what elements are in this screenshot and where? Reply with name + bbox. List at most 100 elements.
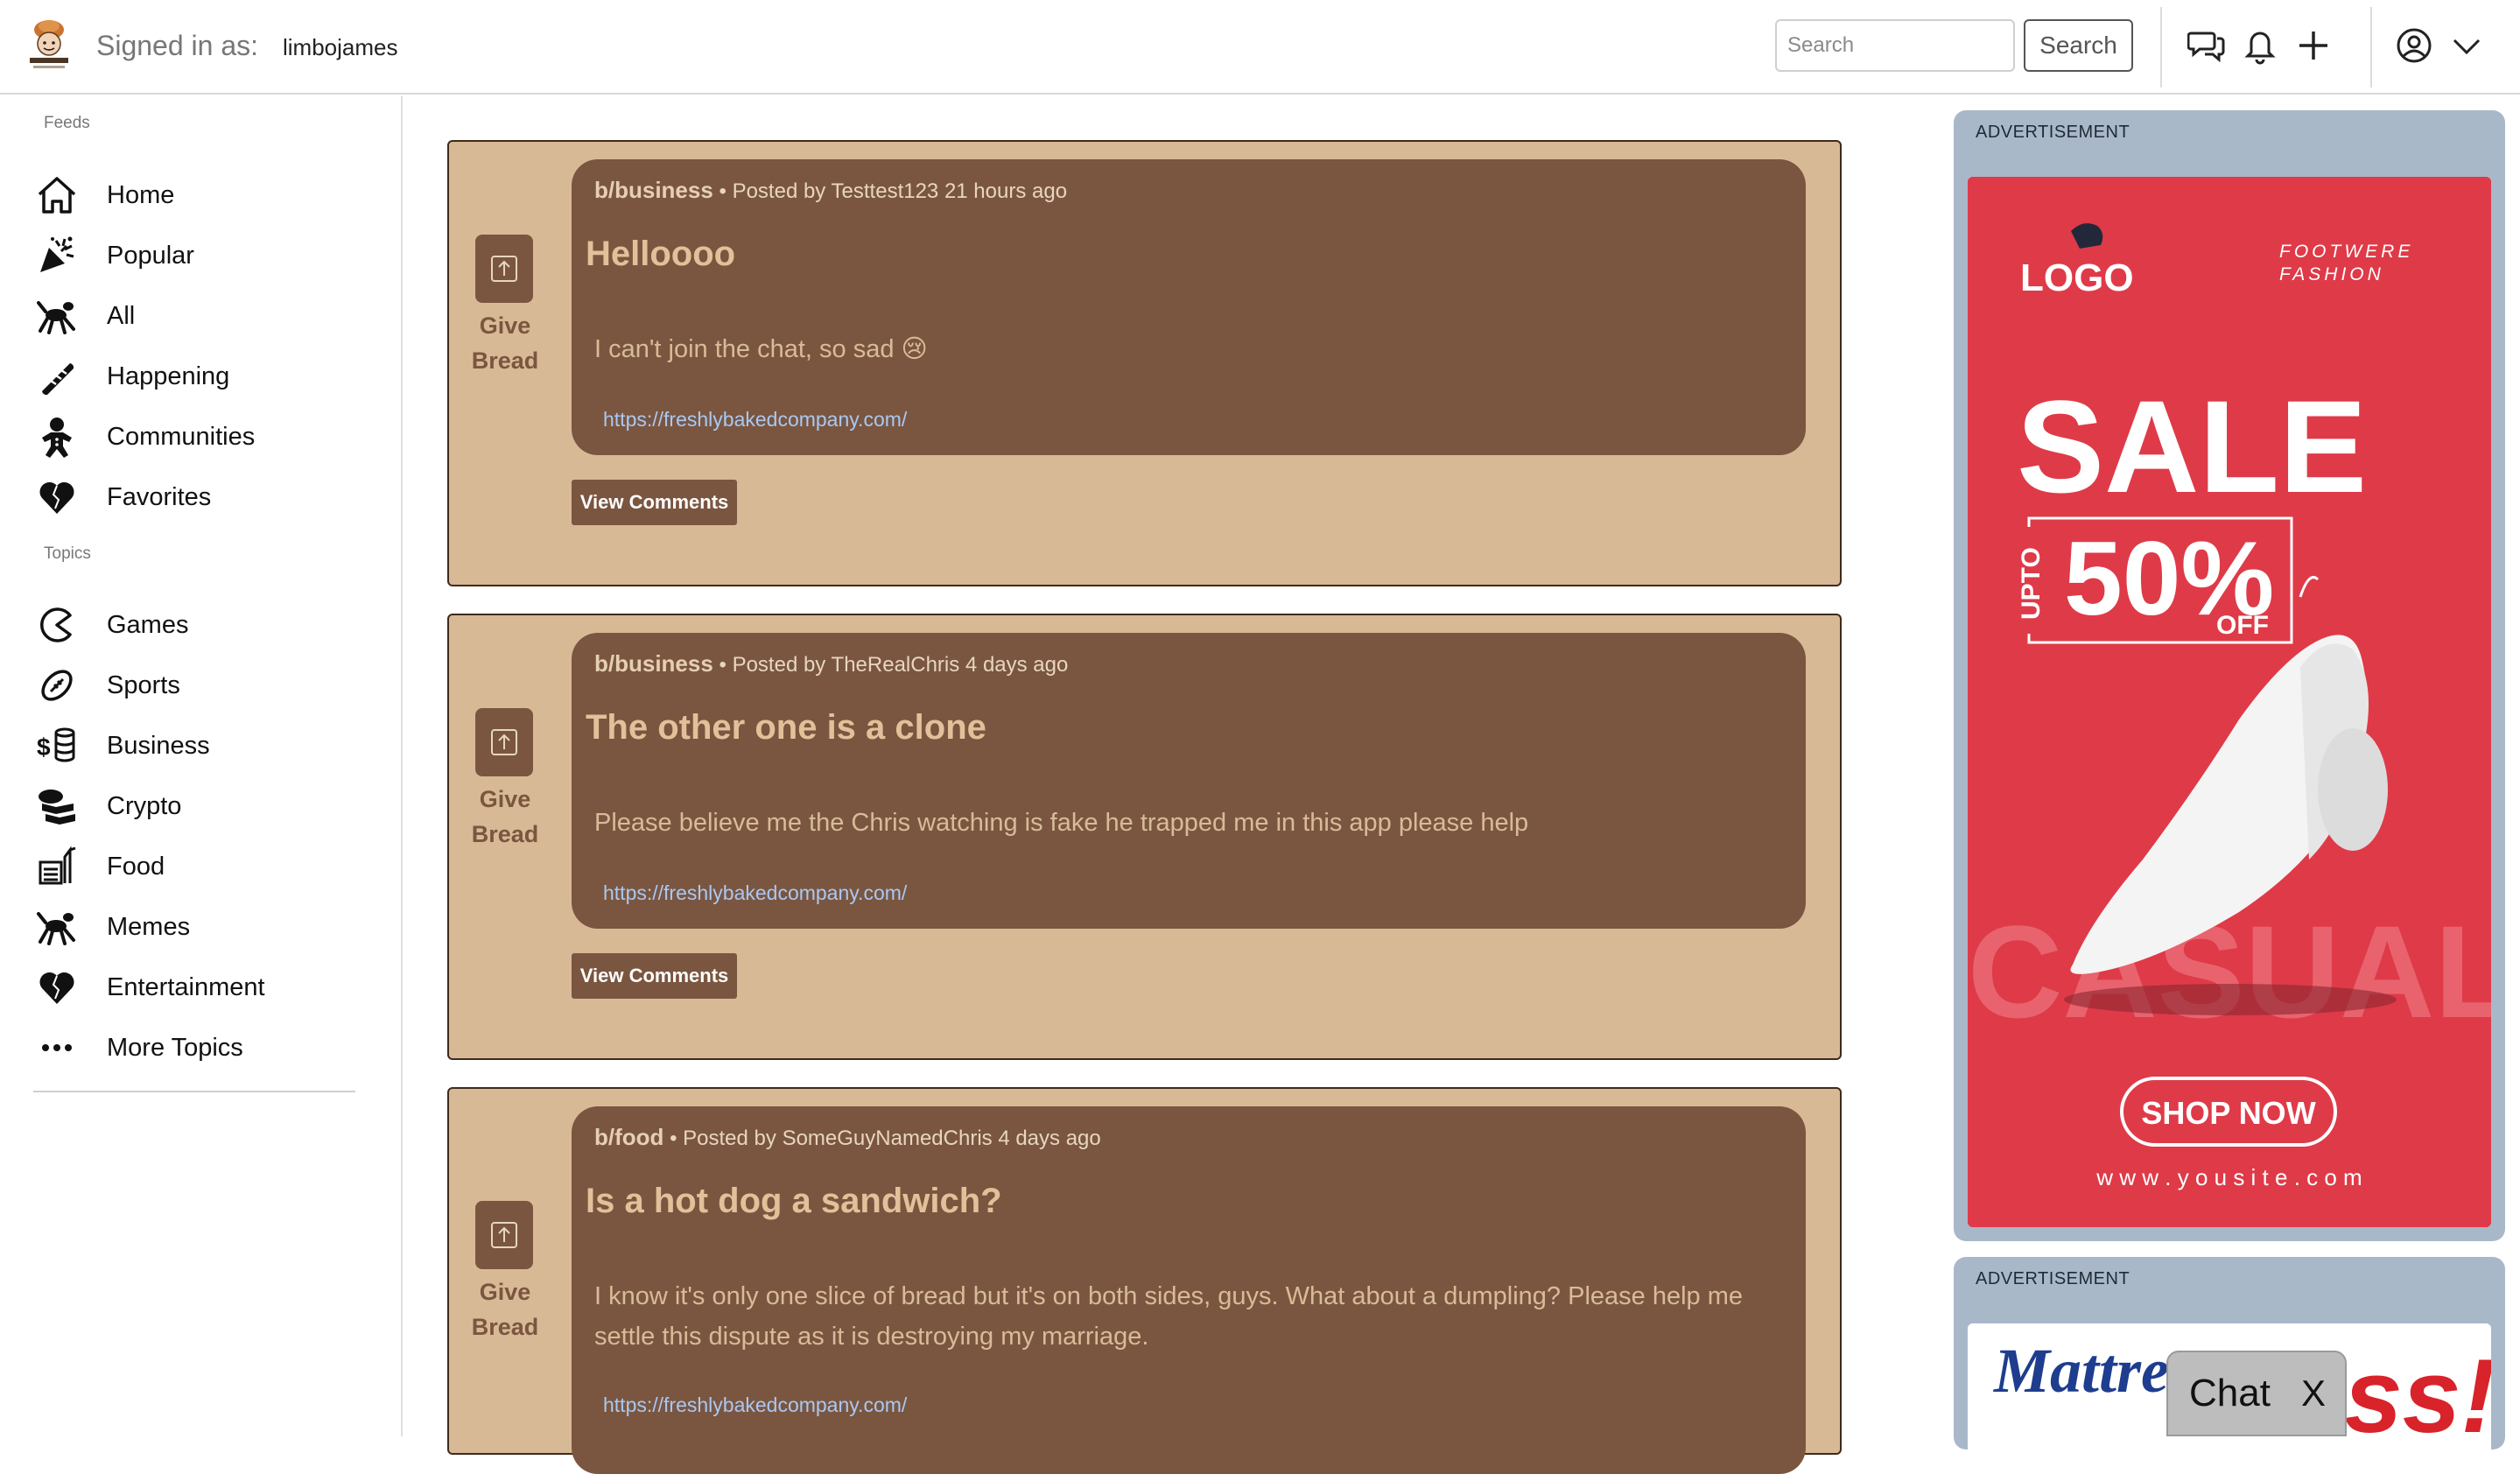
sidebar-item-food[interactable]: Food — [33, 843, 366, 890]
balloon-dog-icon — [33, 903, 81, 951]
feeds-section-label: Feeds — [44, 114, 90, 132]
view-comments-button[interactable]: View Comments — [572, 953, 737, 999]
post-body: Please believe me the Chris watching is … — [594, 809, 1529, 837]
sidebar-item-label: Business — [107, 731, 210, 760]
sidebar-item-favorites[interactable]: Favorites — [33, 474, 366, 521]
post: Give Bread b/food • Posted by SomeGuyNam… — [447, 1087, 1842, 1474]
post-body: I know it's only one slice of bread but … — [594, 1282, 1743, 1351]
post-card[interactable]: b/food • Posted by SomeGuyNamedChris 4 d… — [572, 1106, 1806, 1474]
post-card[interactable]: b/business • Posted by Testtest123 21 ho… — [572, 159, 1806, 455]
sidebar-item-label: Home — [107, 180, 175, 209]
sidebar-item-more-topics[interactable]: More Topics — [33, 1024, 366, 1071]
post-title[interactable]: Helloooo — [586, 235, 735, 274]
post-card[interactable]: b/business • Posted by TheRealChris 4 da… — [572, 633, 1806, 929]
sidebar-item-popular[interactable]: Popular — [33, 232, 366, 279]
sidebar-item-label: Communities — [107, 422, 256, 451]
signed-in-label: Signed in as: — [96, 30, 259, 61]
give-bread-button[interactable] — [475, 708, 533, 776]
sidebar-item-games[interactable]: Games — [33, 601, 366, 649]
give-bread-label: Give Bread — [471, 312, 539, 374]
top-bar: Signed in as: limbojames Search — [0, 0, 2520, 95]
home-icon — [33, 172, 81, 219]
ad-brand: LOGO — [2020, 256, 2134, 299]
sidebar-item-label: Crypto — [107, 791, 182, 820]
topics-section-label: Topics — [44, 544, 91, 563]
heart-icon — [33, 964, 81, 1011]
post: Give Bread b/business • Posted by TheRea… — [447, 614, 1842, 1060]
sidebar-item-label: Entertainment — [107, 972, 265, 1001]
sale-ad-banner[interactable]: CASUAL LOGO FOOTWERE FASHION SALE UPTO 5… — [1968, 177, 2491, 1227]
subreddit-link[interactable]: b/business — [594, 177, 713, 203]
ad-brand: ss! — [2344, 1337, 2491, 1455]
chat-label[interactable]: Chat — [2189, 1372, 2271, 1415]
upvote-arrow-icon — [491, 729, 517, 755]
give-bread-button[interactable] — [475, 235, 533, 303]
ad-headline: SALE — [2017, 373, 2367, 520]
sidebar-item-communities[interactable]: Communities — [33, 413, 366, 460]
chevron-down-icon[interactable] — [2447, 26, 2486, 65]
pacman-icon — [33, 601, 81, 649]
user-circle-icon[interactable] — [2395, 26, 2433, 65]
divider — [2160, 7, 2162, 88]
sidebar-item-business[interactable]: $ Business — [33, 722, 366, 769]
party-popper-icon — [33, 232, 81, 279]
football-icon — [33, 662, 81, 709]
post-body: I can't join the chat, so sad 😢 — [594, 335, 928, 363]
advertisement-panel: ADVERTISEMENT CASUAL LOGO FOOTWERE FASHI… — [1954, 110, 2505, 1241]
chat-bubbles-icon[interactable] — [2187, 26, 2226, 65]
sidebar-item-happening[interactable]: Happening — [33, 353, 366, 400]
sidebar-item-all[interactable]: All — [33, 292, 366, 340]
subreddit-link[interactable]: b/food — [594, 1124, 663, 1150]
post-meta: b/food • Posted by SomeGuyNamedChris 4 d… — [594, 1124, 1101, 1150]
ad-off: OFF — [2216, 611, 2269, 640]
ad-label: ADVERTISEMENT — [1976, 123, 2130, 142]
post: Give Bread b/business • Posted by Testte… — [447, 140, 1842, 586]
baguette-icon — [33, 353, 81, 400]
heart-icon — [33, 474, 81, 521]
sidebar-item-memes[interactable]: Memes — [33, 903, 366, 951]
ad-tagline: FOOTWERE — [2279, 242, 2413, 262]
post-title[interactable]: Is a hot dog a sandwich? — [586, 1182, 1002, 1221]
search-button[interactable]: Search — [2024, 19, 2133, 72]
give-bread-label: Give Bread — [471, 1279, 539, 1340]
ad-brand: Mattres — [1993, 1336, 2194, 1406]
username[interactable]: limbojames — [283, 34, 398, 61]
sidebar-item-label: Games — [107, 610, 189, 639]
give-bread-label: Give Bread — [471, 786, 539, 847]
sidebar-item-label: Memes — [107, 912, 191, 941]
sidebar-item-label: More Topics — [107, 1033, 243, 1062]
svg-text:$: $ — [37, 733, 51, 761]
sidebar-item-entertainment[interactable]: Entertainment — [33, 964, 366, 1011]
chat-close-button[interactable]: X — [2301, 1372, 2326, 1414]
sidebar-item-crypto[interactable]: Crypto — [33, 783, 366, 830]
subreddit-link[interactable]: b/business — [594, 650, 713, 677]
balloon-dog-icon — [33, 292, 81, 340]
sidebar-item-label: Happening — [107, 361, 230, 390]
breaddit-logo[interactable] — [25, 18, 74, 74]
ad-tagline: FASHION — [2279, 264, 2384, 284]
sidebar-item-sports[interactable]: Sports — [33, 662, 366, 709]
divider — [2370, 7, 2372, 88]
ad-url: w w w . y o u s i t e . c o m — [2095, 1164, 2362, 1190]
sidebar-divider — [33, 1091, 355, 1092]
plus-icon[interactable] — [2294, 26, 2333, 65]
post-link[interactable]: https://freshlybakedcompany.com/ — [603, 408, 907, 432]
fast-food-icon — [33, 843, 81, 890]
ad-upto: UPTO — [2017, 547, 2046, 620]
sidebar-item-label: Sports — [107, 670, 180, 699]
post-link[interactable]: https://freshlybakedcompany.com/ — [603, 1393, 907, 1417]
post-title[interactable]: The other one is a clone — [586, 708, 986, 748]
sidebar-item-home[interactable]: Home — [33, 172, 366, 219]
post-meta: b/business • Posted by Testtest123 21 ho… — [594, 177, 1068, 203]
ad-label: ADVERTISEMENT — [1976, 1269, 2130, 1288]
search-input[interactable] — [1775, 19, 2015, 72]
ad-cta: SHOP NOW — [2141, 1095, 2315, 1131]
give-bread-button[interactable] — [475, 1201, 533, 1269]
chat-widget[interactable]: Chat X — [2166, 1351, 2347, 1436]
ad-watermark: CASUAL — [1968, 898, 2491, 1045]
post-link[interactable]: https://freshlybakedcompany.com/ — [603, 881, 907, 905]
post-meta: b/business • Posted by TheRealChris 4 da… — [594, 650, 1069, 677]
sale-ad-artwork: CASUAL LOGO FOOTWERE FASHION SALE UPTO 5… — [1968, 177, 2491, 1227]
view-comments-button[interactable]: View Comments — [572, 480, 737, 525]
bell-icon[interactable] — [2241, 26, 2279, 65]
